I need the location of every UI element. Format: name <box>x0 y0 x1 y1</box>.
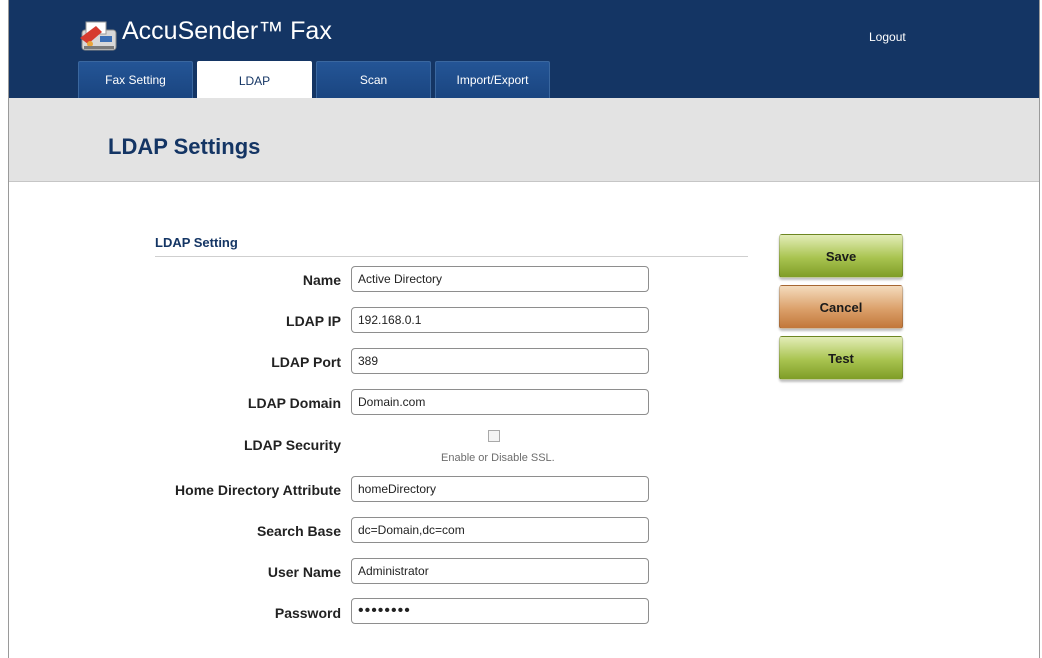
test-button[interactable]: Test <box>779 336 903 380</box>
ssl-hint-text: Enable or Disable SSL. <box>441 452 555 464</box>
fax-logo-icon <box>80 21 117 51</box>
name-input[interactable] <box>351 266 649 292</box>
ldap-ip-label: LDAP IP <box>286 313 341 329</box>
home-dir-attr-label: Home Directory Attribute <box>175 482 341 498</box>
name-label: Name <box>302 272 341 288</box>
ldap-port-input[interactable] <box>351 348 649 374</box>
ssl-checkbox[interactable] <box>488 430 500 442</box>
app-title: AccuSender™ Fax <box>122 17 332 45</box>
user-name-label: User Name <box>267 564 341 580</box>
home-dir-attr-input[interactable] <box>351 476 649 502</box>
tab-scan[interactable]: Scan <box>316 61 431 98</box>
page-title: LDAP Settings <box>108 134 261 159</box>
header-bar: AccuSender™ Fax Logout Fax Setting LDAP … <box>9 0 1039 99</box>
section-divider <box>155 256 748 257</box>
ldap-domain-label: LDAP Domain <box>247 395 341 411</box>
save-button[interactable]: Save <box>779 234 903 278</box>
search-base-label: Search Base <box>256 523 341 539</box>
password-label: Password <box>274 605 341 621</box>
logout-link[interactable]: Logout <box>869 30 906 44</box>
tab-fax-setting[interactable]: Fax Setting <box>78 61 193 98</box>
cancel-button[interactable]: Cancel <box>779 285 903 329</box>
app-window: AccuSender™ Fax Logout Fax Setting LDAP … <box>8 0 1040 658</box>
ldap-port-label: LDAP Port <box>271 354 341 370</box>
ldap-ip-input[interactable] <box>351 307 649 333</box>
user-name-input[interactable] <box>351 558 649 584</box>
search-base-input[interactable] <box>351 517 649 543</box>
ldap-security-label: LDAP Security <box>244 437 341 453</box>
ldap-domain-input[interactable] <box>351 389 649 415</box>
tab-ldap[interactable]: LDAP <box>197 61 312 99</box>
password-input[interactable] <box>351 598 649 624</box>
tab-import-export[interactable]: Import/Export <box>435 61 550 98</box>
section-title: LDAP Setting <box>155 235 238 250</box>
